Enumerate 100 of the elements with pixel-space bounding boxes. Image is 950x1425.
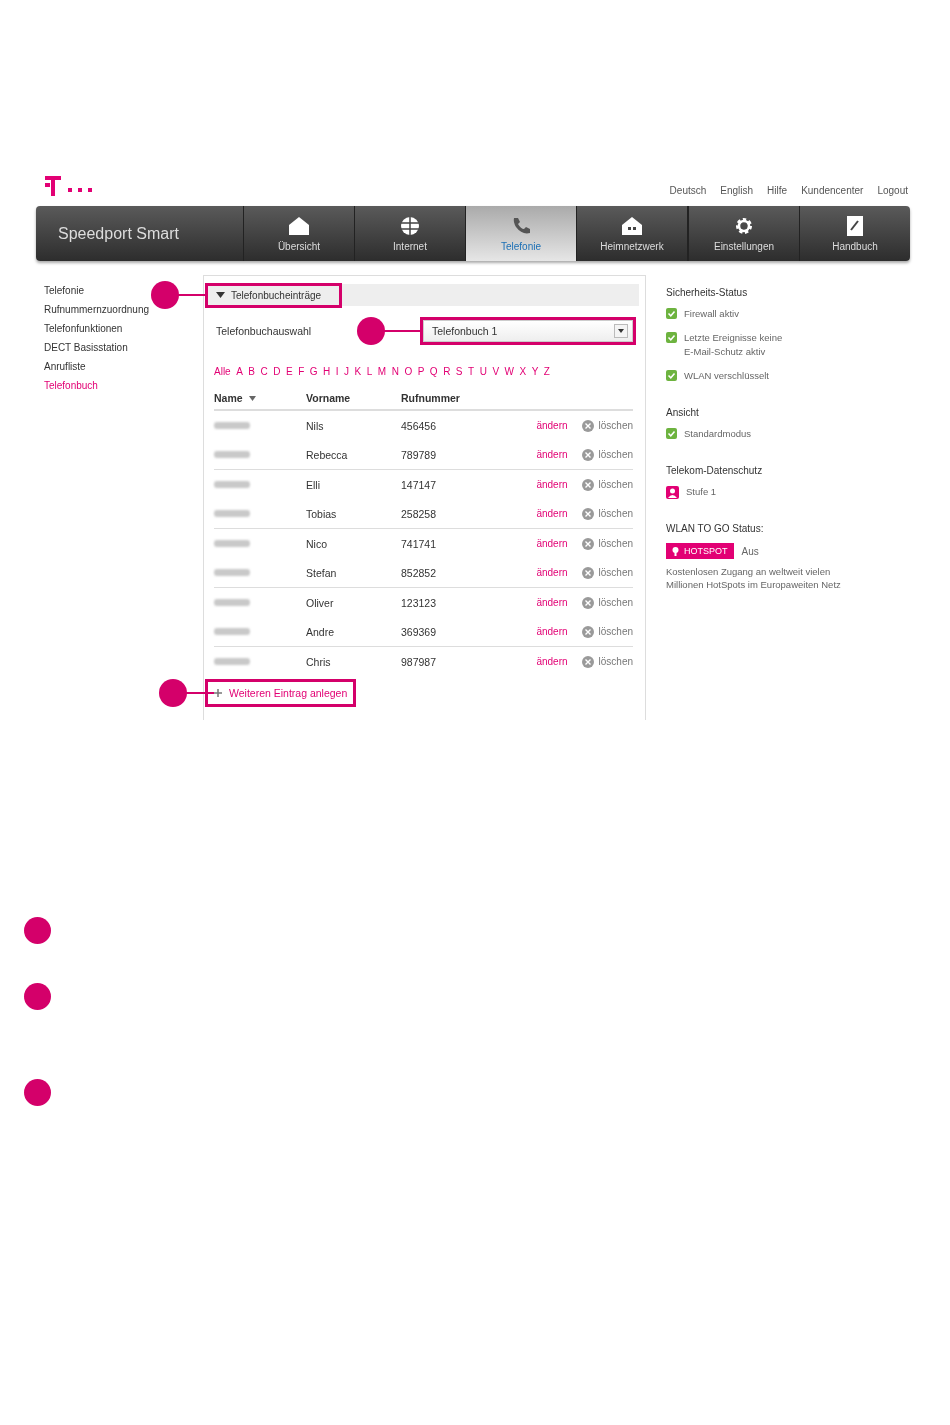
- letter-link[interactable]: D: [273, 366, 281, 377]
- header-link[interactable]: Logout: [877, 185, 908, 196]
- edit-link[interactable]: ändern: [536, 597, 568, 608]
- delete-link[interactable]: löschen: [581, 537, 633, 550]
- nav-tab[interactable]: Einstellungen: [688, 206, 800, 261]
- edit-link[interactable]: ändern: [536, 449, 568, 460]
- sidebar-item[interactable]: Telefonbuch: [44, 380, 205, 391]
- letter-link[interactable]: M: [377, 366, 387, 377]
- letter-link[interactable]: B: [248, 366, 256, 377]
- letter-link[interactable]: A: [236, 366, 243, 377]
- letter-link[interactable]: W: [504, 366, 514, 377]
- phonebook-select[interactable]: Telefonbuch 1: [423, 320, 633, 342]
- table-cell-text: Andre: [306, 625, 336, 638]
- edit-link[interactable]: ändern: [536, 420, 568, 431]
- letter-link[interactable]: T: [468, 366, 475, 377]
- letter-link[interactable]: J: [344, 366, 350, 377]
- letter-link[interactable]: F: [298, 366, 305, 377]
- letter-link[interactable]: G: [309, 366, 318, 377]
- settings-icon: [733, 215, 755, 237]
- sidebar-item[interactable]: Telefonie: [44, 285, 205, 296]
- table-cell-text: 258258: [401, 507, 438, 520]
- delete-link[interactable]: löschen: [581, 596, 633, 609]
- nav-tab[interactable]: Handbuch: [800, 206, 910, 261]
- sidebar-item[interactable]: DECT Basisstation: [44, 342, 205, 353]
- letter-link[interactable]: Q: [429, 366, 438, 377]
- telekom-logo-icon: [45, 174, 95, 198]
- field-label: Telefonbuchauswahl: [216, 325, 312, 337]
- delete-link[interactable]: löschen: [581, 507, 633, 520]
- blurred-name: [214, 627, 250, 636]
- table-cell-text: 741741: [401, 537, 438, 550]
- status-heading: Sicherheits-Status: [666, 287, 749, 298]
- sidebar-item[interactable]: Telefonfunktionen: [44, 323, 205, 334]
- edit-link[interactable]: ändern: [536, 538, 568, 549]
- section-header[interactable]: Telefonbucheinträge: [208, 285, 340, 305]
- letter-link[interactable]: P: [417, 366, 425, 377]
- letter-link[interactable]: X: [519, 366, 527, 377]
- letter-link[interactable]: E: [286, 366, 293, 377]
- sidebar-item[interactable]: Rufnummernzuordnung: [44, 304, 205, 315]
- edit-link[interactable]: ändern: [536, 656, 568, 667]
- letter-link[interactable]: O: [404, 366, 413, 377]
- letter-link[interactable]: N: [391, 366, 399, 377]
- status-heading: WLAN TO GO Status:: [666, 523, 765, 534]
- status-text: Letzte Ereignisse keine: [684, 331, 783, 345]
- delete-link[interactable]: löschen: [581, 566, 633, 579]
- header-link[interactable]: Kundencenter: [801, 185, 864, 196]
- delete-link[interactable]: löschen: [581, 625, 633, 638]
- nav-tab[interactable]: Telefonie: [466, 206, 577, 261]
- delete-link[interactable]: löschen: [581, 448, 633, 461]
- callout-marker: [24, 917, 51, 944]
- header-link[interactable]: Deutsch: [669, 185, 707, 196]
- letter-link[interactable]: I: [335, 366, 339, 377]
- sidebar-item[interactable]: Anrufliste: [44, 361, 205, 372]
- letter-link[interactable]: C: [260, 366, 268, 377]
- nav-tab[interactable]: Übersicht: [244, 206, 355, 261]
- delete-link[interactable]: löschen: [581, 655, 633, 668]
- blurred-name: [214, 598, 250, 607]
- status-heading: Telekom-Datenschutz: [666, 465, 764, 476]
- status-text: Firewall aktiv: [684, 307, 739, 321]
- table-cell-text: 369369: [401, 625, 438, 638]
- edit-link[interactable]: ändern: [536, 567, 568, 578]
- table-cell-text: Rebecca: [306, 448, 349, 461]
- status-heading: Ansicht: [666, 407, 700, 418]
- table-cell-text: 123123: [401, 596, 438, 609]
- letter-link[interactable]: V: [492, 366, 500, 377]
- delete-icon: [581, 655, 594, 668]
- blurred-name: [214, 657, 250, 666]
- callout-marker: [357, 317, 423, 345]
- blurred-name: [214, 421, 250, 430]
- letter-link[interactable]: Y: [531, 366, 539, 377]
- edit-link[interactable]: ändern: [536, 626, 568, 637]
- delete-icon: [581, 537, 594, 550]
- letter-link[interactable]: Alle: [214, 366, 231, 377]
- header-link[interactable]: Hilfe: [767, 185, 788, 196]
- table-cell-text: 456456: [401, 419, 438, 432]
- letter-link[interactable]: L: [366, 366, 373, 377]
- letter-link[interactable]: S: [455, 366, 463, 377]
- edit-link[interactable]: ändern: [536, 508, 568, 519]
- letter-link[interactable]: H: [323, 366, 331, 377]
- header-link[interactable]: English: [720, 185, 754, 196]
- table-cell-text: Nico: [306, 537, 328, 550]
- callout-marker: [159, 679, 214, 707]
- blurred-name: [214, 480, 250, 489]
- nav-tab[interactable]: Heimnetzwerk: [577, 206, 688, 261]
- delete-link[interactable]: löschen: [581, 478, 633, 491]
- delete-icon: [581, 566, 594, 579]
- check-icon: [666, 308, 677, 319]
- delete-icon: [581, 478, 594, 491]
- letter-link[interactable]: K: [354, 366, 362, 377]
- table-cell-text: Tobias: [306, 507, 338, 520]
- network-house-icon: [621, 215, 643, 237]
- edit-link[interactable]: ändern: [536, 479, 568, 490]
- letter-link[interactable]: Z: [543, 366, 550, 377]
- check-icon: [666, 428, 677, 439]
- letter-link[interactable]: U: [479, 366, 487, 377]
- delete-link[interactable]: löschen: [581, 419, 633, 432]
- column-header[interactable]: Name: [214, 392, 306, 404]
- check-icon: [666, 370, 677, 381]
- add-entry-link[interactable]: Weiteren Eintrag anlegen: [208, 682, 354, 704]
- table-cell-text: 852852: [401, 566, 438, 579]
- letter-link[interactable]: R: [443, 366, 451, 377]
